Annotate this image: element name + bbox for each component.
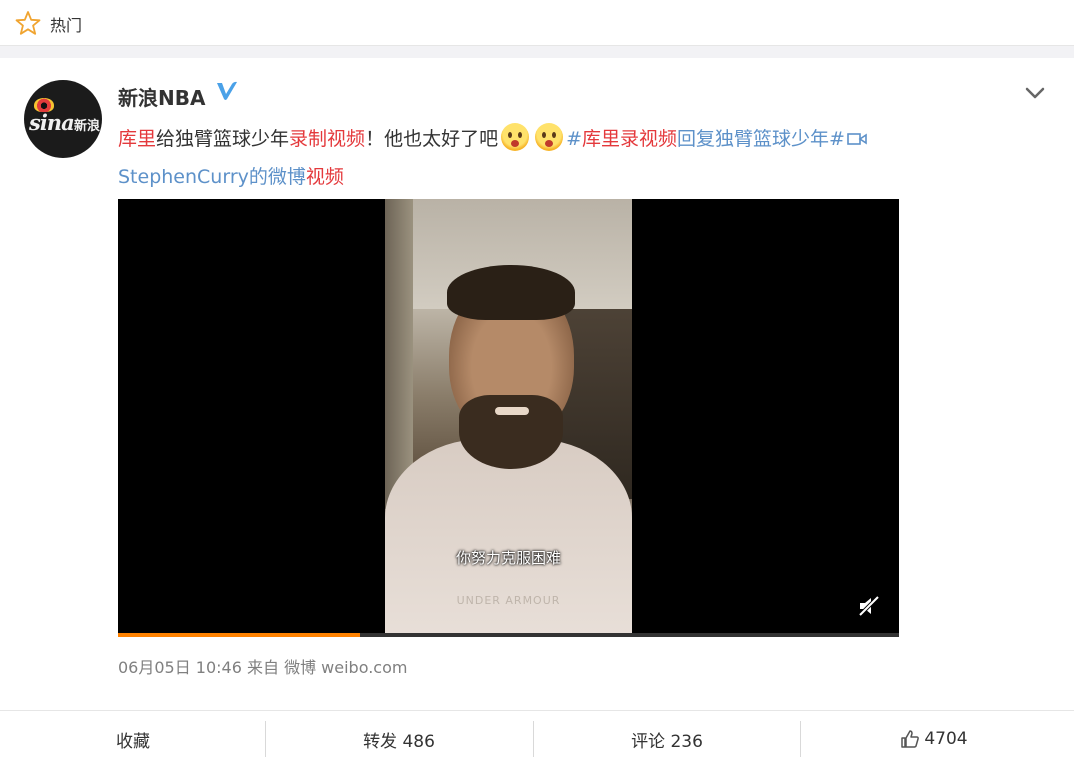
- star-icon[interactable]: [14, 9, 42, 37]
- video-player[interactable]: 你努力克服困难 UNDER ARMOUR: [118, 199, 899, 637]
- video-frame: 你努力克服困难 UNDER ARMOUR: [385, 199, 632, 637]
- hashtag-prefix: #: [566, 128, 582, 150]
- post-card: sina 新浪 新浪NBA 库里给独臂篮球少年录制视频！他也太好了吧 #库里录视频…: [0, 58, 1074, 767]
- video-source-link[interactable]: StephenCurry的微博视频: [118, 166, 344, 188]
- comment-label: 评论 236: [631, 731, 703, 752]
- action-bar: 收藏 转发 486 评论 236 4704: [0, 710, 1074, 767]
- hashtag-rest: 回复独臂篮球少年#: [677, 128, 845, 150]
- repost-label: 转发 486: [363, 731, 435, 752]
- comment-button[interactable]: 评论 236: [534, 711, 800, 767]
- video-person-hair: [447, 265, 575, 320]
- mute-icon[interactable]: [857, 594, 881, 618]
- post-meta: 06月05日 10:46 来自 微博 weibo.com: [118, 658, 408, 677]
- top-bar-title[interactable]: 热门: [50, 12, 82, 36]
- section-divider: [0, 46, 1074, 58]
- post-text-segment: 给独臂篮球少年: [156, 128, 290, 150]
- emoji-icon: [535, 123, 564, 151]
- verified-icon: [217, 81, 237, 100]
- username[interactable]: 新浪NBA: [118, 82, 205, 111]
- video-subtitle: 你努力克服困难: [455, 549, 561, 567]
- sina-logo-text: sina: [29, 110, 75, 135]
- keyword-link[interactable]: 视频: [327, 128, 365, 150]
- top-bar: 热门: [0, 0, 1074, 46]
- keyword-link[interactable]: 库里: [118, 128, 156, 150]
- video-person-mouth: [495, 407, 529, 415]
- video-keyword: 视频: [305, 166, 344, 188]
- video-camera-icon: [847, 133, 867, 145]
- post-text: 库里给独臂篮球少年录制视频！他也太好了吧 #库里录视频回复独臂篮球少年# Steph…: [118, 120, 978, 196]
- video-progress-fill: [118, 633, 361, 637]
- repost-button[interactable]: 转发 486: [266, 711, 532, 767]
- chevron-down-icon[interactable]: [1024, 85, 1046, 101]
- hashtag-link[interactable]: #库里录视频回复独臂篮球少年#: [566, 128, 845, 150]
- like-count: 4704: [924, 729, 968, 749]
- video-brand-text: UNDER ARMOUR: [456, 594, 561, 607]
- hashtag-keyword: 库里录视频: [582, 128, 678, 150]
- video-source-name: StephenCurry的微博: [118, 166, 306, 188]
- sina-logo-cn: 新浪: [74, 119, 101, 134]
- post-text-segment: ！他也太好了吧: [365, 128, 499, 150]
- favorite-button[interactable]: 收藏: [0, 711, 266, 767]
- favorite-label: 收藏: [116, 731, 150, 752]
- video-progress-bar[interactable]: [118, 633, 899, 637]
- emoji-icon: [501, 123, 530, 151]
- avatar[interactable]: sina 新浪: [24, 80, 102, 158]
- keyword-link[interactable]: 录制: [289, 128, 327, 150]
- video-bg-wall: [385, 199, 413, 509]
- like-button[interactable]: 4704: [801, 711, 1067, 767]
- thumbs-up-icon: [901, 730, 920, 748]
